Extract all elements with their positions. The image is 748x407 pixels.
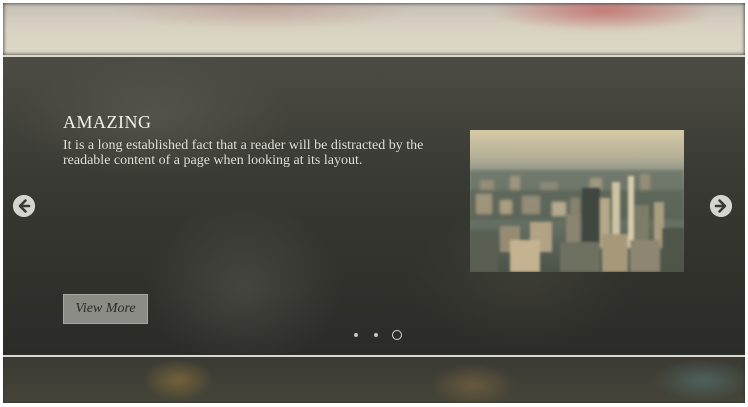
background-top-blur bbox=[3, 3, 745, 55]
pagination-dot-3-active[interactable] bbox=[392, 330, 402, 340]
pagination-dots bbox=[348, 329, 408, 341]
pagination-dot-2[interactable] bbox=[374, 333, 378, 337]
slider-stage: AMAZING It is a long established fact th… bbox=[3, 3, 745, 403]
background-bottom-blur bbox=[3, 355, 745, 403]
slider-panel: AMAZING It is a long established fact th… bbox=[3, 55, 745, 357]
slide-title: AMAZING bbox=[63, 112, 152, 132]
arrow-left-icon[interactable] bbox=[13, 195, 35, 217]
slide-text: It is a long established fact that a rea… bbox=[63, 138, 424, 168]
arrow-right-icon[interactable] bbox=[710, 195, 732, 217]
city-skyline-image bbox=[470, 130, 684, 272]
view-more-button[interactable]: View More bbox=[63, 294, 148, 324]
pagination-dot-1[interactable] bbox=[354, 333, 358, 337]
